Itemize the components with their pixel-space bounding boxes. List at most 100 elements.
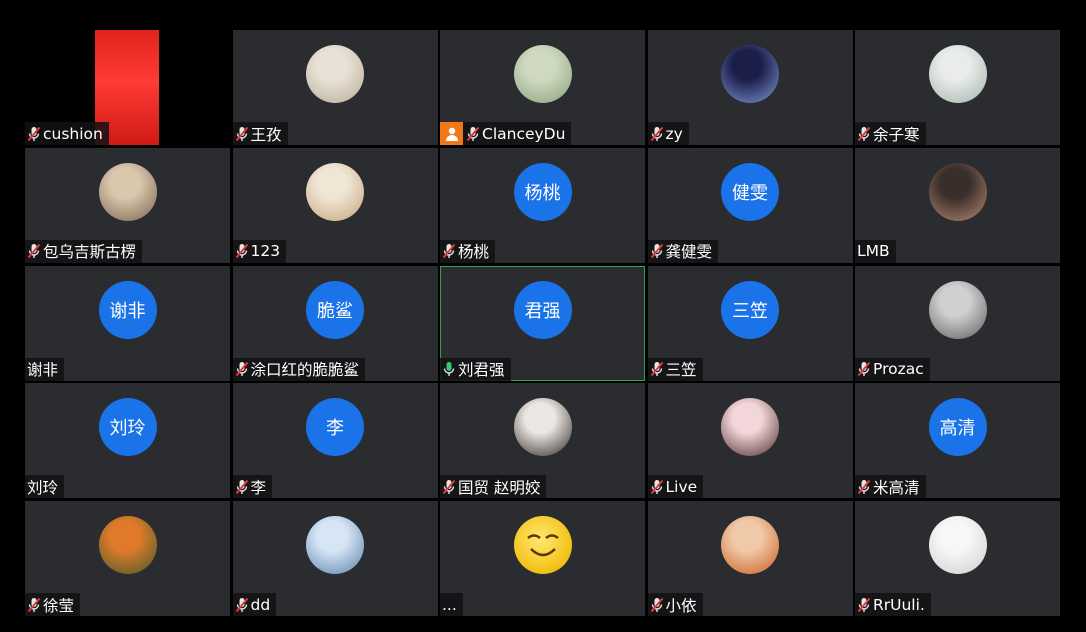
- microphone-muted-icon: [442, 479, 456, 495]
- participant-name: cushion: [43, 124, 103, 143]
- avatar-photo: [928, 45, 987, 103]
- name-label: ...: [440, 593, 463, 616]
- microphone-muted-icon: [650, 597, 664, 613]
- participant-name: 刘君强: [458, 361, 505, 379]
- microphone-muted-icon: [857, 479, 871, 495]
- microphone-muted-icon: [857, 126, 871, 142]
- microphone-muted-icon: [466, 126, 480, 142]
- participant-name: 杨桃: [458, 243, 490, 262]
- name-label: 徐莹: [25, 593, 81, 616]
- participant-name: dd: [250, 595, 271, 614]
- participant-name: 涂口红的脆脆鲨: [250, 361, 360, 379]
- microphone-muted-icon: [27, 243, 41, 259]
- avatar-initials: 高清: [928, 398, 987, 457]
- participant-name: 小依: [665, 596, 697, 615]
- name-label: dd: [232, 593, 277, 616]
- avatar-initials: 君强: [513, 280, 572, 339]
- name-label: 龚健雯: [647, 239, 719, 263]
- avatar-photo: [928, 162, 987, 221]
- name-label: 谢非: [25, 357, 65, 381]
- name-label: 小依: [647, 593, 703, 616]
- participant-tile[interactable]: RrUuli.: [855, 501, 1060, 616]
- microphone-muted-icon: [235, 361, 249, 377]
- participant-tile[interactable]: 健雯 龚健雯: [647, 147, 853, 263]
- avatar-initials: 脆鲨: [306, 280, 364, 339]
- microphone-muted-icon: [857, 361, 871, 377]
- participant-tile[interactable]: Prozac: [855, 265, 1060, 381]
- participant-tile[interactable]: 君强刘君强: [440, 265, 645, 381]
- participant-tile[interactable]: 包乌吉斯古楞: [25, 147, 230, 263]
- participant-tile[interactable]: 刘玲 刘玲: [25, 383, 230, 499]
- participant-name: ...: [442, 595, 457, 614]
- microphone-muted-icon: [650, 126, 664, 142]
- participant-name: ClanceyDu: [482, 124, 566, 143]
- microphone-muted-icon: [857, 597, 871, 613]
- participant-tile[interactable]: cushion: [25, 30, 230, 145]
- avatar-photo: [306, 45, 364, 103]
- participant-name: Prozac: [873, 360, 924, 378]
- participant-name: 谢非: [27, 361, 59, 379]
- name-label: 包乌吉斯古楞: [25, 239, 143, 263]
- microphone-muted-icon: [650, 243, 664, 259]
- microphone-muted-icon: [442, 243, 456, 259]
- name-label: 李: [232, 475, 273, 499]
- participant-tile[interactable]: 杨桃 杨桃: [440, 147, 645, 263]
- microphone-muted-icon: [235, 243, 249, 259]
- name-label: 123: [232, 239, 287, 263]
- name-label: 国贸 赵明姣: [440, 475, 547, 499]
- avatar-photo: [98, 162, 157, 221]
- name-label: LMB: [855, 239, 896, 263]
- smiley-avatar-icon: [513, 516, 572, 574]
- participant-tile[interactable]: 谢非 谢非: [25, 265, 230, 381]
- name-label: 刘君强: [440, 357, 511, 381]
- person-icon: [440, 122, 463, 145]
- avatar-photo: [928, 280, 987, 339]
- avatar-photo: [513, 398, 572, 457]
- participant-tile[interactable]: ...: [440, 501, 645, 616]
- participant-name: 刘玲: [27, 478, 59, 497]
- avatar-photo: [721, 398, 779, 457]
- participant-grid: cushion 王孜 ClanceyDu zy 余子寒 包乌吉斯古楞 123 杨桃 杨桃 健雯 龚健…: [25, 30, 1060, 616]
- participant-tile[interactable]: 李李: [232, 383, 438, 499]
- avatar-initials: 健雯: [721, 162, 779, 221]
- avatar-initials: 李: [306, 398, 364, 457]
- name-label: 三笠: [647, 357, 703, 381]
- avatar-photo: [721, 45, 779, 103]
- participant-name: 三笠: [665, 361, 697, 379]
- name-label: 米高清: [855, 475, 926, 499]
- microphone-icon: [442, 361, 456, 377]
- participant-tile[interactable]: ClanceyDu: [440, 30, 645, 145]
- avatar-initials: 谢非: [98, 280, 157, 339]
- avatar-photo: [306, 516, 364, 574]
- participant-tile[interactable]: 余子寒: [855, 30, 1060, 145]
- participant-tile[interactable]: 123: [232, 147, 438, 263]
- participant-tile[interactable]: zy: [647, 30, 853, 145]
- participant-tile[interactable]: LMB: [855, 147, 1060, 263]
- avatar-photo: [513, 45, 572, 103]
- avatar-initials: 刘玲: [98, 398, 157, 457]
- participant-tile[interactable]: 王孜: [232, 30, 438, 145]
- participant-name: 包乌吉斯古楞: [43, 243, 137, 262]
- avatar-initials: 杨桃: [513, 162, 572, 221]
- participant-name: 王孜: [250, 125, 282, 144]
- avatar-photo: [721, 516, 779, 574]
- microphone-muted-icon: [27, 126, 41, 142]
- participant-name: Live: [665, 477, 698, 496]
- participant-tile[interactable]: 小依: [647, 501, 853, 616]
- name-label: 王孜: [232, 122, 288, 145]
- name-label: 余子寒: [855, 122, 926, 145]
- participant-tile[interactable]: 脆鲨涂口红的脆脆鲨: [232, 265, 438, 381]
- participant-name: 徐莹: [43, 596, 75, 615]
- name-label: 杨桃: [440, 239, 496, 263]
- participant-tile[interactable]: 三笠 三笠: [647, 265, 853, 381]
- name-label: zy: [647, 122, 689, 145]
- name-label: Live: [647, 475, 704, 499]
- participant-tile[interactable]: 高清 米高清: [855, 383, 1060, 499]
- participant-name: 123: [250, 242, 281, 261]
- participant-tile[interactable]: Live: [647, 383, 853, 499]
- participant-tile[interactable]: 国贸 赵明姣: [440, 383, 645, 499]
- participant-tile[interactable]: dd: [232, 501, 438, 616]
- participant-tile[interactable]: 徐莹: [25, 501, 230, 616]
- avatar-photo: [98, 516, 157, 574]
- microphone-muted-icon: [235, 126, 249, 142]
